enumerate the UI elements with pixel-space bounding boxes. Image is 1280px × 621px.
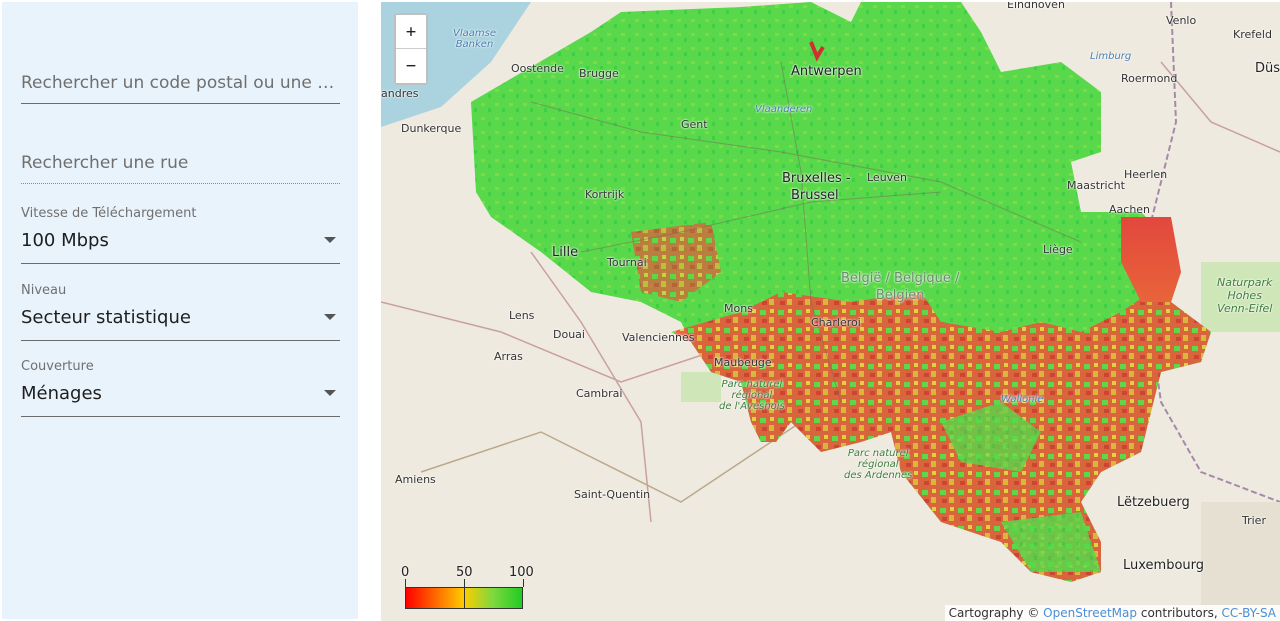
level-select-label: Niveau [21,283,67,298]
map-attribution: Cartography © OpenStreetMap contributors… [944,605,1280,621]
park-label: Parc naturel régional des Ardennes [844,448,912,481]
place-label: Douai [553,328,585,341]
speed-select-label: Vitesse de Téléchargement [21,206,197,221]
park-label-line: régional [731,390,773,401]
place-label: Amiens [395,473,436,486]
place-label: Luxembourg [1123,558,1205,573]
osm-link[interactable]: OpenStreetMap [1043,606,1137,620]
speed-select-value[interactable]: 100 Mbps [21,230,109,251]
park-label-line: Venn-Eifel [1217,302,1273,315]
place-label: Aachen [1109,203,1151,216]
place-label: Bruxelles - [782,171,851,186]
place-label: Lens [509,309,535,322]
postal-code-search-input[interactable]: Rechercher un code postal ou une c... [21,73,340,93]
park-label-line: Parc naturel [847,448,909,459]
place-label: Valenciennes [622,331,695,344]
place-label: Dunkerque [401,122,462,135]
caret-down-icon[interactable] [324,314,336,320]
place-label: Brussel [791,188,839,203]
place-label: Lille [552,245,579,260]
place-label: Venlo [1166,14,1197,27]
water-label: Vlaamse Banken [453,28,496,50]
park-label-line: Parc naturel [721,379,783,390]
region-label: Vlaanderen [755,104,813,115]
place-label: Krefeld [1233,28,1272,41]
place-label: andres [381,87,419,100]
coverage-select[interactable]: Couverture Ménages [21,359,340,417]
place-label: Leuven [867,171,907,184]
park-label-line: Hohes [1227,289,1262,302]
place-label: Tournai [607,256,647,269]
place-label: Brugge [579,67,619,80]
place-label: Cambrai [576,387,623,400]
zoom-out-button[interactable]: − [396,49,426,83]
caret-down-icon[interactable] [324,390,336,396]
water-label-line: Vlaamse [453,28,496,39]
place-label: Oostende [511,62,564,75]
zoom-in-button[interactable]: + [396,15,426,49]
attribution-prefix: Cartography © [948,606,1040,620]
legend-min-label: 0 [401,565,410,580]
place-label: Charleroi [811,316,861,329]
coverage-select-label: Couverture [21,359,94,374]
park-label: Naturpark Hohes Venn-Eifel [1217,276,1272,315]
zoom-control: + − [394,13,428,85]
country-label: België / Belgique / Belgien [841,270,959,304]
park-label-line: des Ardennes [844,470,913,481]
place-label: Roermond [1121,72,1178,85]
park-label: Parc naturel régional de l'Avesnois [719,379,785,412]
caret-down-icon[interactable] [324,237,336,243]
level-select[interactable]: Niveau Secteur statistique [21,283,340,341]
place-label: Trier [1242,514,1266,527]
water-label-line: Banken [455,39,494,50]
speed-select[interactable]: Vitesse de Téléchargement 100 Mbps [21,206,340,264]
postal-code-search[interactable]: Rechercher un code postal ou une c... [21,64,340,104]
place-label: Arras [494,350,523,363]
park-label-line: régional [857,459,899,470]
coverage-map[interactable]: Antwerpen Brugge Oostende Gent Vlaandere… [381,2,1280,621]
place-label: Heerlen [1124,168,1168,181]
country-label-line: België / Belgique / [841,271,960,286]
place-label: Liège [1043,243,1073,256]
street-search-input[interactable]: Rechercher une rue [21,153,340,173]
legend-tick [405,579,406,587]
place-label: Antwerpen [791,64,862,79]
coverage-select-value[interactable]: Ménages [21,383,102,404]
place-label: Kortrijk [585,188,625,201]
region-label: Wallonie [1001,394,1044,405]
attribution-middle: contributors, [1140,606,1218,620]
sidebar-panel: Rechercher un code postal ou une c... Re… [2,2,358,619]
legend-tick [523,579,524,587]
place-label: Maubeuge [714,356,772,369]
country-label-line: Belgien [875,288,925,303]
region-label: Limburg [1090,51,1132,62]
place-label: Maastricht [1067,179,1125,192]
legend-tick [464,579,465,609]
place-label: Eindhoven [1007,2,1065,11]
park-label-line: de l'Avesnois [719,401,785,412]
legend-mid-label: 50 [456,565,473,580]
level-select-value[interactable]: Secteur statistique [21,307,191,328]
legend-max-label: 100 [509,565,534,580]
place-label: Düs [1255,61,1280,76]
place-label: Lëtzebuerg [1117,495,1190,510]
park-label-line: Naturpark [1217,276,1273,289]
coverage-legend: 0 50 100 [401,565,534,611]
street-search[interactable]: Rechercher une rue [21,144,340,184]
place-label: Saint-Quentin [574,488,651,501]
license-link[interactable]: CC-BY-SA [1221,606,1276,620]
place-label: Gent [681,118,708,131]
place-label: Mons [724,302,753,315]
